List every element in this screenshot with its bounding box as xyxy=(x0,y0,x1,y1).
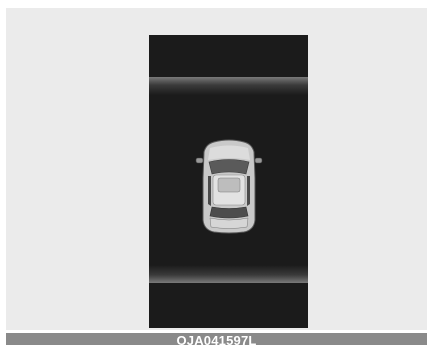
image-code-label: OJA041597L xyxy=(176,333,257,345)
rear-detection-zone xyxy=(149,265,308,283)
illustration-panel xyxy=(6,8,427,330)
front-detection-zone xyxy=(149,77,308,95)
car-top-view-icon xyxy=(195,139,263,234)
parking-display-screen xyxy=(149,35,308,328)
image-code-bar: OJA041597L xyxy=(6,333,427,345)
